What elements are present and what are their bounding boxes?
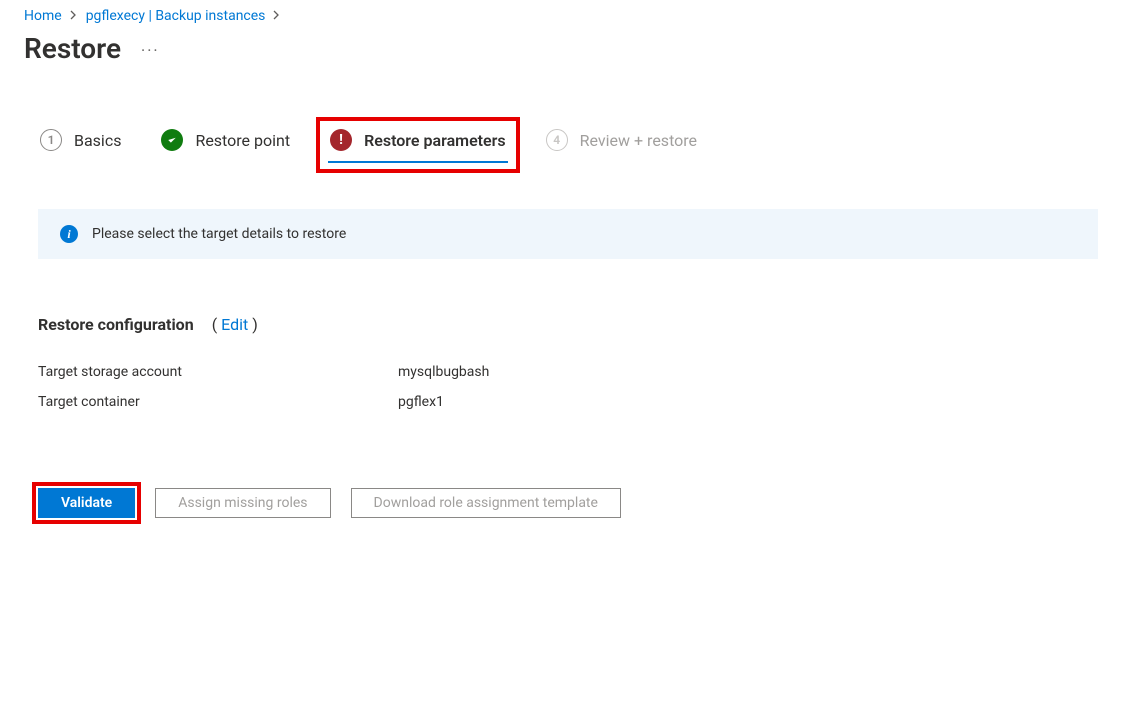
- assign-missing-roles-button[interactable]: Assign missing roles: [155, 488, 330, 518]
- breadcrumb-home[interactable]: Home: [24, 8, 62, 24]
- check-circle-icon: [161, 129, 183, 151]
- edit-link[interactable]: Edit: [221, 315, 248, 334]
- breadcrumb-resource[interactable]: pgflexecy | Backup instances: [86, 8, 266, 24]
- detail-label: Target storage account: [38, 364, 398, 380]
- error-circle-icon: !: [330, 129, 352, 151]
- more-actions-icon[interactable]: ···: [141, 43, 160, 59]
- step-label: Restore point: [195, 131, 290, 150]
- wizard-step-restore-parameters[interactable]: ! Restore parameters: [328, 125, 508, 161]
- edit-paren-open: (: [212, 315, 221, 334]
- info-message: Please select the target details to rest…: [92, 226, 346, 242]
- highlight-annotation: ! Restore parameters: [328, 125, 508, 161]
- edit-paren-close: ): [248, 315, 258, 334]
- info-icon: i: [60, 225, 78, 243]
- step-label: Basics: [74, 131, 121, 150]
- step-label: Restore parameters: [364, 131, 506, 150]
- wizard-step-restore-point[interactable]: Restore point: [159, 125, 292, 161]
- step-number-icon: 1: [40, 129, 62, 151]
- wizard-steps: 1 Basics Restore point ! Restore paramet…: [24, 125, 1114, 161]
- edit-link-wrapper: ( Edit ): [212, 315, 258, 334]
- chevron-right-icon: [273, 8, 281, 24]
- download-role-assignment-template-button[interactable]: Download role assignment template: [351, 488, 621, 518]
- highlight-annotation: Validate: [38, 488, 135, 518]
- wizard-step-review-restore[interactable]: 4 Review + restore: [544, 125, 699, 161]
- restore-config-details: Target storage account mysqlbugbash Targ…: [24, 364, 1114, 410]
- wizard-step-basics[interactable]: 1 Basics: [38, 125, 123, 161]
- breadcrumb: Home pgflexecy | Backup instances: [24, 8, 1114, 24]
- chevron-right-icon: [70, 8, 78, 24]
- info-banner: i Please select the target details to re…: [38, 209, 1098, 259]
- step-number-icon: 4: [546, 129, 568, 151]
- page-title: Restore: [24, 32, 121, 65]
- detail-label: Target container: [38, 394, 398, 410]
- detail-value: pgflex1: [398, 394, 444, 410]
- detail-value: mysqlbugbash: [398, 364, 489, 380]
- validate-button[interactable]: Validate: [38, 488, 135, 518]
- action-button-row: Validate Assign missing roles Download r…: [24, 488, 1114, 518]
- section-heading-row: Restore configuration ( Edit ): [24, 315, 1114, 334]
- step-label: Review + restore: [580, 131, 697, 150]
- section-heading: Restore configuration: [38, 315, 194, 334]
- detail-row-storage: Target storage account mysqlbugbash: [38, 364, 1114, 380]
- detail-row-container: Target container pgflex1: [38, 394, 1114, 410]
- page-title-row: Restore ···: [24, 32, 1114, 65]
